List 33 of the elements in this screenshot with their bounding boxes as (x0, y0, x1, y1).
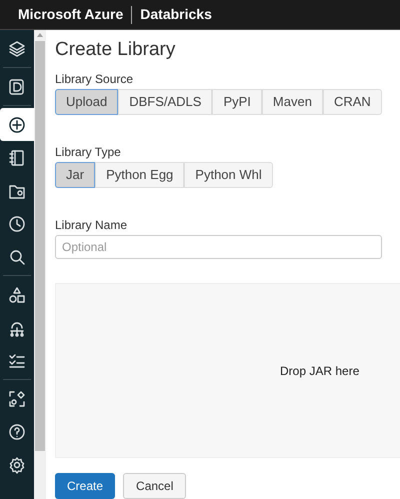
field-label: Library Name (55, 218, 128, 232)
cancel-button[interactable]: Cancel (123, 473, 186, 499)
segment-button[interactable]: Jar (55, 162, 96, 188)
search-icon (8, 248, 26, 266)
letter-d-icon (8, 78, 26, 96)
page-title: Create Library (55, 38, 176, 62)
shapes-frame-icon (8, 390, 26, 408)
drop-zone[interactable]: Drop JAR here (55, 283, 400, 458)
segment-button[interactable]: Python Whl (184, 162, 273, 188)
field-label: Library Type (55, 145, 122, 159)
segment-button[interactable]: CRAN (322, 89, 382, 115)
product-name[interactable]: Databricks (132, 4, 212, 25)
scrollbar-thumb[interactable] (35, 41, 45, 451)
plus-circle-icon (8, 116, 26, 134)
settings-icon (8, 456, 26, 474)
drop-hint: Drop JAR here (280, 362, 360, 380)
layers-icon (8, 40, 26, 58)
sidebar-item[interactable] (0, 108, 34, 141)
create-button[interactable]: Create (55, 473, 116, 499)
segment-button[interactable]: Python Egg (95, 162, 184, 188)
notebook-icon (8, 148, 26, 166)
shapes-icon (8, 286, 26, 304)
segment-button[interactable]: DBFS/ADLS (118, 89, 212, 115)
library-name-input[interactable]: Optional (55, 235, 382, 259)
segment-button[interactable]: Maven (262, 89, 323, 115)
brand-name[interactable]: Microsoft Azure (0, 4, 132, 25)
segment-button[interactable]: Upload (55, 89, 118, 115)
clock-icon (8, 214, 26, 232)
checklist-icon (8, 352, 26, 370)
field-label: Library Source (55, 72, 134, 86)
help-icon (8, 422, 26, 440)
segment-button[interactable]: PyPI (212, 89, 262, 115)
scrollbar[interactable] (34, 30, 46, 499)
